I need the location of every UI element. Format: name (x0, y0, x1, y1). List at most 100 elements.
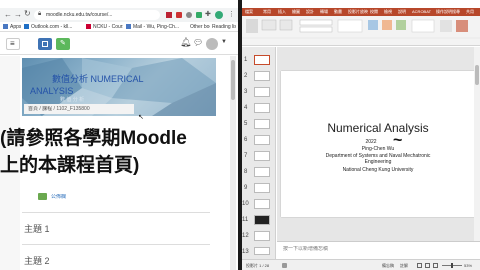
slide-thumbnail-6[interactable] (254, 135, 270, 145)
slide-thumbnail-13[interactable] (254, 247, 270, 255)
notes-pane[interactable]: 按一下以新增備忘稿 (277, 241, 480, 259)
slide-thumbnail-11[interactable] (254, 215, 270, 225)
moodle-home-button[interactable] (38, 38, 52, 50)
slide-thumbnail-10[interactable] (254, 199, 270, 209)
ribbon-tab-home[interactable]: 常用 (263, 9, 271, 15)
extension-icon-3[interactable] (186, 12, 192, 18)
comments-toggle-button[interactable]: 註解 (400, 263, 408, 269)
edit-mode-button[interactable]: ✎ (56, 38, 70, 50)
notification-bell-icon[interactable]: 🔔︎ (180, 37, 191, 48)
ribbon-tab-view[interactable]: 檢視 (384, 9, 392, 15)
outlook-icon (24, 24, 29, 29)
slide-thumbnail-9[interactable] (254, 183, 270, 193)
ribbon-search[interactable]: 操作說明搜尋 (436, 9, 462, 15)
zoom-slider[interactable] (442, 263, 462, 268)
forward-icon[interactable]: → (14, 10, 22, 19)
extension-icon-4[interactable] (196, 12, 202, 18)
notes-toggle-button[interactable]: 備忘稿 (382, 263, 394, 269)
ribbon-tab-help[interactable]: 說明 (398, 9, 406, 15)
ppt-ribbon-commands (242, 16, 480, 46)
notes-placeholder: 按一下以新增備忘稿 (283, 246, 329, 252)
mouse-cursor-icon: ↖ (138, 114, 144, 121)
ppt-status-bar: 投影片 1 / 28 備忘稿 註解 53% (242, 259, 480, 270)
overlay-instruction-line1: (請參照各學期Moodle (0, 128, 187, 149)
accessibility-icon[interactable] (282, 263, 287, 268)
moodle-navbar: ≡ ✎ 🔔︎ 💬︎ ▼ (0, 33, 238, 55)
puzzle-icon[interactable]: ✚ (205, 10, 211, 18)
menu-icon[interactable]: ⋮ (228, 10, 235, 18)
extension-icon-1[interactable] (166, 12, 172, 18)
slide-thumbnail-5[interactable] (254, 119, 270, 129)
slide-thumbnail-12[interactable] (254, 231, 270, 241)
topic-2-heading[interactable]: 主題 2 (24, 254, 50, 267)
editor-scrollbar-thumb[interactable] (475, 65, 479, 85)
ribbon-tab-insert[interactable]: 插入 (278, 9, 286, 15)
profile-avatar[interactable] (215, 11, 223, 19)
slide-number-8: 8 (244, 169, 248, 175)
reading-view-icon[interactable] (433, 263, 438, 268)
drawer-toggle-button[interactable]: ≡ (6, 38, 20, 50)
page-scrollbar[interactable] (230, 56, 236, 270)
ppt-ribbon-bar: 檔案 常用 插入 繪圖 設計 轉場 動畫 投影片放映 校閱 檢視 說明 ACRO… (242, 8, 480, 16)
normal-view-icon[interactable] (417, 263, 422, 268)
reload-icon[interactable]: ↻ (24, 9, 31, 18)
slide-number-7: 7 (244, 153, 248, 159)
messages-icon[interactable]: 💬︎ (193, 38, 203, 47)
ribbon-tab-draw[interactable]: 繪圖 (292, 9, 300, 15)
ribbon-tab-animations[interactable]: 動畫 (334, 9, 342, 15)
bookmark-outlook[interactable]: Outlook.com - kll... (31, 24, 83, 30)
slide-thumbnail-7[interactable] (254, 151, 270, 161)
other-bookmarks[interactable]: Other bookmarks (190, 24, 210, 30)
reading-list[interactable]: Reading list (212, 24, 236, 30)
bookmark-ncku[interactable]: NCKU - Course (93, 24, 123, 30)
ribbon-tab-transitions[interactable]: 轉場 (320, 9, 328, 15)
slide-thumbnail-8[interactable] (254, 167, 270, 177)
extension-icon-2[interactable] (176, 12, 182, 18)
slide-university[interactable]: National Cheng Kung University (281, 167, 475, 173)
breadcrumb: 首頁 / 課程 / 1102_F135800 (24, 104, 134, 114)
bookmark-apps[interactable]: Apps (10, 24, 21, 30)
editor-scrollbar[interactable] (474, 47, 480, 241)
address-bar[interactable]: 🔒︎ moodle.ncku.edu.tw/course/... (34, 10, 160, 20)
ribbon-tab-acrobat[interactable]: ACROBAT (412, 9, 431, 15)
share-button[interactable]: 共用 (466, 9, 474, 15)
sorter-view-icon[interactable] (425, 263, 430, 268)
slide-thumbnail-1[interactable] (254, 55, 270, 65)
slide-author[interactable]: Ping-Chen Wu (281, 146, 475, 152)
bookmark-mail[interactable]: Mail - Wu, Ping-Ch... (133, 24, 185, 30)
ribbon-tab-slideshow[interactable]: 投影片放映 (348, 9, 368, 15)
slide-thumbnail-4[interactable] (254, 103, 270, 113)
ribbon-tab-file[interactable]: 檔案 (245, 9, 253, 15)
course-title-line1: 數值分析 NUMERICAL (52, 74, 144, 84)
zoom-level[interactable]: 53% (464, 263, 472, 269)
back-icon[interactable]: ← (4, 10, 12, 19)
user-menu-chevron-icon[interactable]: ▼ (221, 39, 227, 45)
slide-number-9: 9 (244, 185, 248, 191)
slide-number-12: 12 (242, 233, 249, 239)
slide-number-13: 13 (242, 249, 249, 255)
zoom-slider-thumb[interactable] (451, 263, 453, 268)
slide-thumbnail-2[interactable] (254, 71, 270, 81)
slide-number-4: 4 (244, 105, 248, 111)
user-avatar[interactable] (206, 38, 218, 50)
breadcrumb-text[interactable]: 首頁 / 課程 / 1102_F135800 (28, 106, 132, 112)
ribbon-command-icons[interactable] (242, 16, 480, 46)
slide-title[interactable]: Numerical Analysis (281, 121, 475, 135)
ribbon-tab-review[interactable]: 校閱 (370, 9, 378, 15)
browser-toolbar: ← → ↻ 🔒︎ moodle.ncku.edu.tw/course/... ✚… (0, 8, 238, 22)
ribbon-tab-design[interactable]: 設計 (306, 9, 314, 15)
course-title-line2: ANALYSIS (30, 86, 74, 96)
current-slide[interactable]: Numerical Analysis 2022 ~ Ping-Chen Wu D… (281, 71, 475, 217)
topic-divider-1 (22, 212, 210, 213)
slide-thumbnail-3[interactable] (254, 87, 270, 97)
forum-link[interactable]: 公佈欄 (51, 194, 66, 200)
forum-icon (38, 193, 47, 200)
overlay-instruction-line2: 上的本課程首頁) (0, 155, 140, 176)
slide-number-2: 2 (244, 73, 248, 79)
apps-icon[interactable] (3, 24, 8, 29)
course-title-faint: 數 值 分 析 (60, 97, 85, 103)
slide-year[interactable]: 2022 (281, 139, 461, 145)
slide-department-line2[interactable]: Engineering (281, 159, 475, 165)
scrollbar-thumb[interactable] (231, 60, 235, 100)
topic-1-heading[interactable]: 主題 1 (24, 222, 50, 235)
